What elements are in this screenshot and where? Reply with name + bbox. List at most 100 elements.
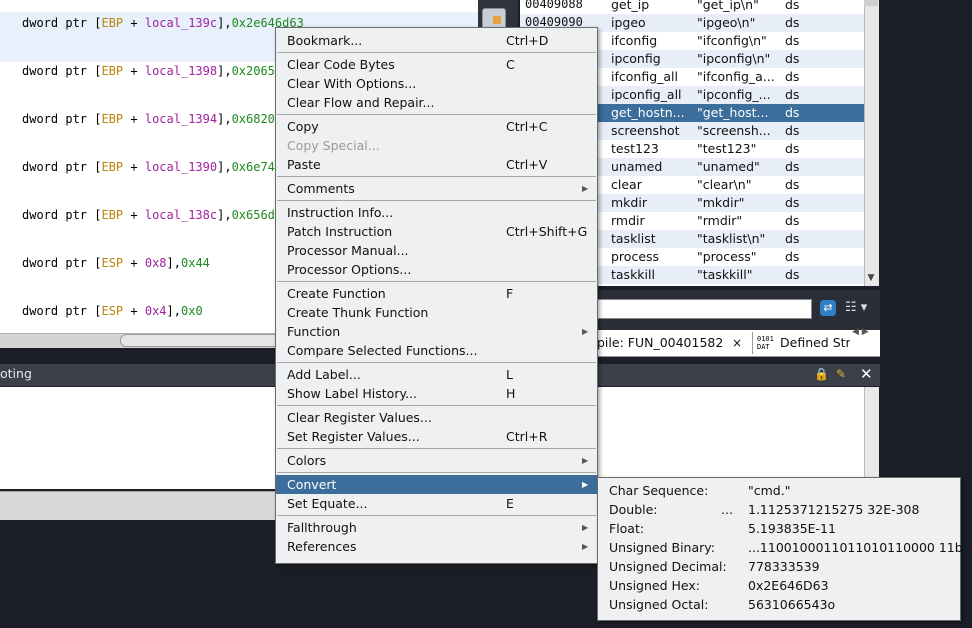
menu-item-clear-code-bytes[interactable]: Clear Code Bytes C (276, 55, 597, 74)
string-label: ipgeo (611, 15, 646, 30)
listing-operand-prefix: dword ptr [ (22, 112, 102, 126)
convert-item-unsigned-hex[interactable]: Unsigned Hex: 0x2E646D63 (598, 576, 960, 595)
convert-item-double[interactable]: Double:... 1.1125371215275 32E-308 (598, 500, 960, 519)
string-type: ds (785, 141, 800, 156)
string-label: tasklist (611, 231, 656, 246)
convert-item-char-sequence[interactable]: Char Sequence: "cmd." (598, 481, 960, 500)
listing-variable: local_1394 (144, 112, 218, 126)
menu-item-processor-manual[interactable]: Processor Manual... (276, 241, 597, 260)
menu-item-set-equate[interactable]: Set Equate... E (276, 494, 597, 513)
lock-icon[interactable]: 🔒 (814, 366, 829, 382)
menu-item-processor-options[interactable]: Processor Options... (276, 260, 597, 279)
listing-immediate: 0x0 (181, 304, 203, 318)
eraser-icon[interactable]: ✎ (836, 366, 850, 382)
string-address: 00409088 (525, 0, 583, 11)
menu-item-add-label[interactable]: Add Label... L (276, 365, 597, 384)
listing-line[interactable]: dword ptr [ESP + 0x8],0x44 (22, 256, 210, 270)
string-label: get_ip (611, 0, 650, 12)
listing-operand-close: ], (217, 112, 232, 126)
string-type: ds (785, 69, 800, 84)
listing-line[interactable]: dword ptr [ESP + 0x4],0x0 (22, 304, 203, 318)
tab-decompile[interactable]: pile: FUN_00401582 (597, 333, 723, 353)
close-icon[interactable]: ✕ (860, 365, 876, 383)
chevron-down-icon[interactable]: ▼ (864, 271, 878, 286)
menu-item-label: Copy Special... (287, 138, 380, 153)
string-type: ds (785, 159, 800, 174)
menu-item-create-thunk-function[interactable]: Create Thunk Function (276, 303, 597, 322)
menu-item-copy-special[interactable]: Copy Special... (276, 136, 597, 155)
menu-item-create-function[interactable]: Create Function F (276, 284, 597, 303)
string-label: clear (611, 177, 642, 192)
menu-item-clear-register-values[interactable]: Clear Register Values... (276, 408, 597, 427)
menu-item-copy[interactable]: Copy Ctrl+C (276, 117, 597, 136)
listing-operand-plus: + (123, 304, 145, 318)
filter-options-icon[interactable]: ☷ ▾ (845, 299, 875, 317)
listing-operand-close: ], (217, 160, 232, 174)
listing-variable: 0x4 (144, 304, 167, 318)
table-row[interactable]: 00409088 get_ip "get_ip\n" ds (520, 0, 864, 14)
listing-line[interactable]: dword ptr [EBP + local_139c],0x2e646d63 (22, 16, 304, 30)
string-type: ds (785, 249, 800, 264)
listing-line[interactable]: dword ptr [EBP + local_1394],0x68206 (22, 112, 282, 126)
menu-separator (277, 176, 596, 177)
submenu-arrow-icon: ▶ (582, 523, 589, 532)
menu-separator (277, 515, 596, 516)
menu-item-show-label-history[interactable]: Show Label History... H (276, 384, 597, 403)
close-icon[interactable]: × (732, 333, 742, 353)
menu-item-label: Processor Options... (287, 262, 412, 277)
menu-item-clear-flow-and-repair[interactable]: Clear Flow and Repair... (276, 93, 597, 112)
menu-item-patch-instruction[interactable]: Patch Instruction Ctrl+Shift+G (276, 222, 597, 241)
strings-scroll-up[interactable] (864, 0, 878, 6)
menu-item-fallthrough[interactable]: Fallthrough ▶ (276, 518, 597, 537)
menu-item-convert[interactable]: Convert ▶ (276, 475, 597, 494)
string-type: ds (785, 213, 800, 228)
menu-item-label: Show Label History... (287, 386, 418, 401)
filter-apply-icon[interactable]: ⇄ (820, 300, 836, 316)
convert-item-float[interactable]: Float: 5.193835E-11 (598, 519, 960, 538)
menu-item-bookmark[interactable]: Bookmark... Ctrl+D (276, 31, 597, 50)
menu-item-label: Comments (287, 181, 355, 196)
submenu-arrow-icon: ▶ (582, 327, 589, 336)
convert-value: 5631066543o (748, 597, 836, 612)
convert-label: Unsigned Hex: (609, 578, 700, 593)
listing-line[interactable]: dword ptr [EBP + local_1398],0x20657 (22, 64, 282, 78)
script-v-scrollbar[interactable] (864, 387, 879, 489)
menu-item-clear-with-options[interactable]: Clear With Options... (276, 74, 597, 93)
convert-item-unsigned-octal[interactable]: Unsigned Octal: 5631066543o (598, 595, 960, 614)
menu-item-references[interactable]: References ▶ (276, 537, 597, 556)
menu-item-comments[interactable]: Comments ▶ (276, 179, 597, 198)
menu-item-shortcut: Ctrl+V (506, 157, 548, 172)
script-panel-title: oting (0, 366, 32, 381)
string-type: ds (785, 195, 800, 210)
menu-item-paste[interactable]: Paste Ctrl+V (276, 155, 597, 174)
string-value: "clear\n" (697, 177, 752, 192)
string-value: "ifconfig\n" (697, 33, 767, 48)
listing-line[interactable]: dword ptr [EBP + local_1390],0x6e747 (22, 160, 282, 174)
tab-scroll-arrows[interactable]: ◀ ▶ (852, 327, 880, 341)
convert-item-unsigned-decimal[interactable]: Unsigned Decimal: 778333539 (598, 557, 960, 576)
menu-item-set-register-values[interactable]: Set Register Values... Ctrl+R (276, 427, 597, 446)
menu-item-instruction-info[interactable]: Instruction Info... (276, 203, 597, 222)
string-value: "get_host... (697, 105, 769, 120)
listing-operand-plus: + (123, 256, 145, 270)
convert-item-unsigned-binary[interactable]: Unsigned Binary: ...110010001101101011000… (598, 538, 963, 557)
strings-v-scrollbar[interactable] (864, 0, 879, 286)
listing-operand-plus: + (123, 208, 145, 222)
menu-item-shortcut: F (506, 286, 514, 301)
menu-item-label: Clear Flow and Repair... (287, 95, 435, 110)
string-value: "mkdir" (697, 195, 745, 210)
listing-register: ESP (101, 256, 124, 270)
string-value: "ipconfig_... (697, 87, 771, 102)
menu-item-compare-selected-functions[interactable]: Compare Selected Functions... (276, 341, 597, 360)
convert-submenu: Char Sequence: "cmd." Double:... 1.11253712… (597, 477, 963, 621)
listing-line[interactable]: dword ptr [EBP + local_138c],0x656d6 (22, 208, 282, 222)
string-value: "test123" (697, 141, 757, 156)
menu-item-label: Convert (287, 477, 337, 492)
menu-item-function[interactable]: Function ▶ (276, 322, 597, 341)
menu-separator (277, 405, 596, 406)
listing-operand-prefix: dword ptr [ (22, 304, 102, 318)
tab-defined-strings[interactable]: Defined Str (780, 333, 850, 353)
string-label: ipconfig (611, 51, 661, 66)
listing-register: EBP (101, 112, 124, 126)
menu-item-colors[interactable]: Colors ▶ (276, 451, 597, 470)
